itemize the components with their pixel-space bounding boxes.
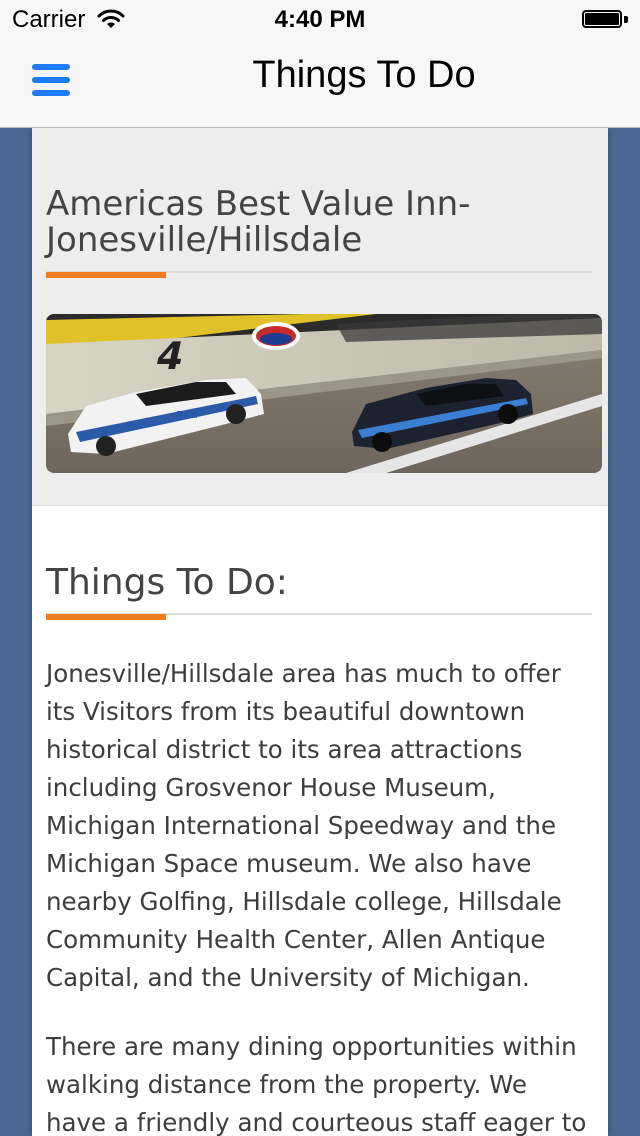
- content-panel[interactable]: Americas Best Value Inn-Jonesville/Hills…: [32, 128, 608, 1136]
- svg-text:Ford: Ford: [176, 410, 198, 421]
- top-bar: Carrier 4:40 PM Things To Do: [0, 0, 640, 128]
- status-bar: Carrier 4:40 PM: [0, 0, 640, 40]
- heading-accent-bar: [46, 272, 166, 278]
- hero-section: Americas Best Value Inn-Jonesville/Hills…: [32, 128, 608, 506]
- race-cars-photo: 4 Ford: [46, 314, 602, 473]
- clock-time: 4:40 PM: [274, 6, 366, 33]
- hotel-name: Americas Best Value Inn-Jonesville/Hills…: [46, 184, 471, 260]
- page-title: Things To Do: [252, 54, 476, 96]
- section-title: Things To Do:: [46, 562, 288, 603]
- battery-icon: [582, 10, 628, 30]
- paragraph: There are many dining opportunities with…: [46, 1032, 587, 1136]
- section-accent-bar: [46, 614, 166, 620]
- paragraph: Jonesville/Hillsdale area has much to of…: [46, 659, 562, 992]
